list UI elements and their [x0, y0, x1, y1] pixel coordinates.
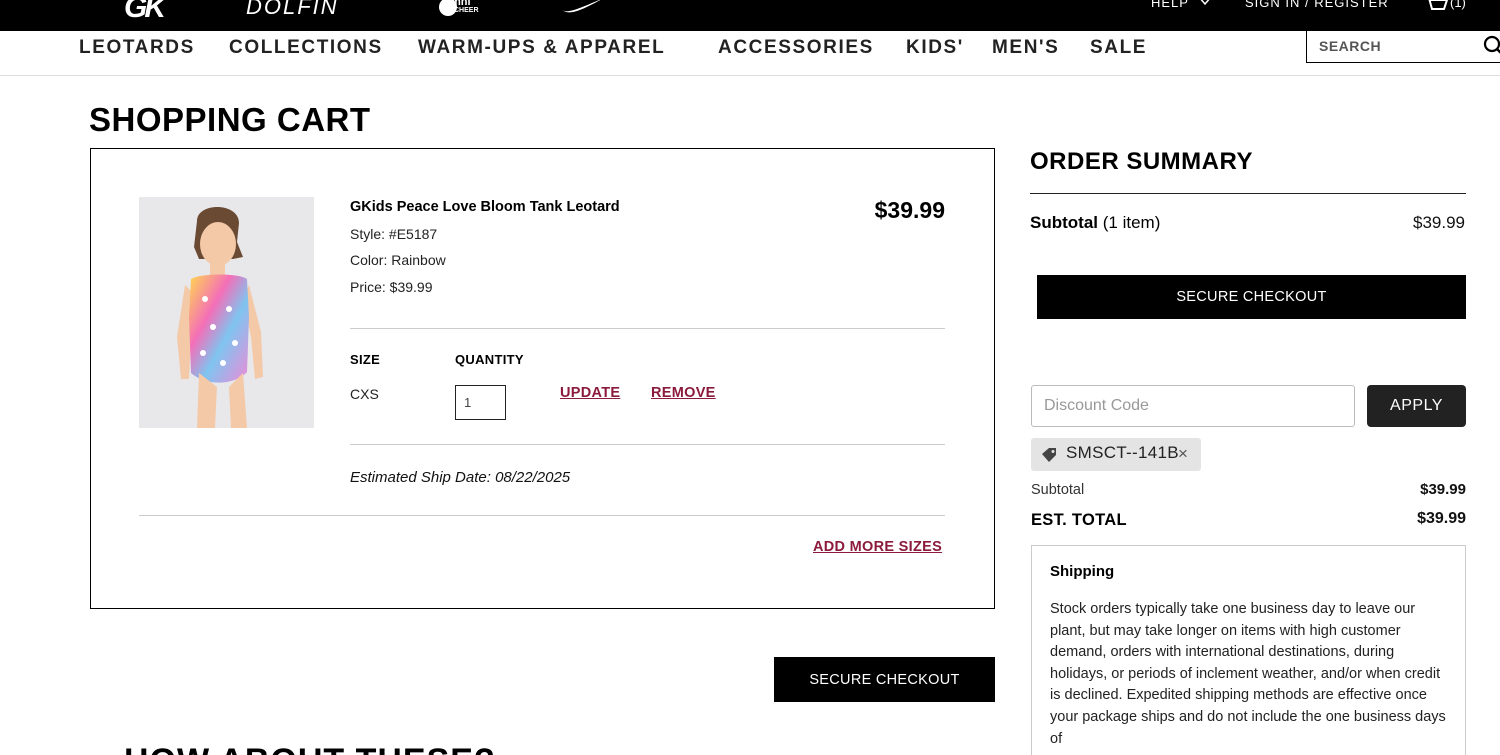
sign-in-register-link[interactable]: SIGN IN / REGISTER: [1245, 0, 1389, 10]
main-nav: LEOTARDS COLLECTIONS WARM-UPS & APPAREL …: [0, 31, 1500, 76]
nav-item-mens[interactable]: MEN'S: [992, 37, 1059, 59]
product-price-line: Price: $39.99: [350, 279, 433, 295]
product-color: Color: Rainbow: [350, 252, 446, 268]
nav-item-sale[interactable]: SALE: [1090, 37, 1147, 59]
subtotal-label: Subtotal: [1030, 213, 1098, 232]
search-icon[interactable]: [1483, 35, 1500, 57]
subtotal-item-count: (1 item): [1102, 213, 1161, 232]
shipping-text: Stock orders typically take one business…: [1050, 601, 1446, 747]
search-box: [1306, 31, 1500, 63]
divider: [139, 515, 945, 516]
quantity-header: QUANTITY: [455, 352, 524, 367]
summary-divider: [1030, 193, 1466, 194]
summary-subtotal-value: $39.99: [1413, 213, 1465, 232]
secure-checkout-button[interactable]: SECURE CHECKOUT: [1037, 275, 1466, 319]
tag-icon: [1042, 448, 1056, 462]
recommendations-heading: HOW ABOUT THESE?: [124, 742, 496, 755]
divider: [350, 328, 945, 329]
shipping-info-box: Shipping Stock orders typically take one…: [1031, 545, 1466, 755]
secure-checkout-button-bottom[interactable]: SECURE CHECKOUT: [774, 657, 995, 702]
cart-count[interactable]: (1): [1450, 0, 1466, 10]
totals-subtotal-value: $39.99: [1420, 481, 1466, 498]
nav-item-warm-ups-apparel[interactable]: WARM-UPS & APPAREL: [418, 37, 665, 59]
discount-code-input[interactable]: [1031, 385, 1355, 427]
size-value: CXS: [350, 386, 379, 402]
product-image[interactable]: [139, 197, 314, 428]
omni-cheer-logo[interactable]: mni CHEER: [439, 0, 489, 18]
add-more-sizes-link[interactable]: ADD MORE SIZES: [813, 539, 942, 555]
update-link[interactable]: UPDATE: [560, 385, 620, 401]
summary-subtotal-label: Subtotal (1 item): [1030, 213, 1160, 233]
totals-subtotal-label: Subtotal: [1031, 482, 1085, 498]
quantity-input[interactable]: [455, 385, 506, 420]
help-menu[interactable]: HELP: [1151, 0, 1212, 10]
remove-coupon-icon[interactable]: ×: [1178, 444, 1188, 464]
nav-item-collections[interactable]: COLLECTIONS: [229, 37, 383, 59]
gk-logo[interactable]: GK: [124, 0, 166, 25]
help-label: HELP: [1151, 0, 1189, 10]
divider: [350, 444, 945, 445]
nav-item-accessories[interactable]: ACCESSORIES: [718, 37, 874, 59]
est-total-value: $39.99: [1417, 510, 1466, 527]
order-summary-title: ORDER SUMMARY: [1030, 148, 1253, 175]
estimated-ship-date: Estimated Ship Date: 08/22/2025: [350, 469, 571, 486]
search-input[interactable]: [1319, 35, 1469, 57]
remove-link[interactable]: REMOVE: [651, 385, 716, 401]
page-title: SHOPPING CART: [89, 101, 371, 138]
product-name[interactable]: GKids Peace Love Bloom Tank Leotard: [350, 199, 620, 215]
nav-item-kids[interactable]: KIDS': [906, 37, 964, 59]
product-price: $39.99: [874, 197, 945, 223]
applied-coupon-chip: SMSCT--141B ×: [1031, 438, 1201, 471]
dolfin-logo[interactable]: DOLFIN: [246, 0, 339, 20]
chevron-down-icon: [1200, 0, 1210, 6]
product-style: Style: #E5187: [350, 226, 438, 242]
top-bar: GK DOLFIN mni CHEER HELP SIGN IN / REGIST…: [0, 0, 1500, 31]
nike-logo[interactable]: [560, 0, 606, 14]
apply-discount-button[interactable]: APPLY: [1367, 385, 1466, 427]
nav-item-leotards[interactable]: LEOTARDS: [79, 37, 195, 59]
shipping-title: Shipping: [1050, 563, 1115, 580]
coupon-code: SMSCT--141B: [1066, 443, 1179, 462]
cart-item-card: GKids Peace Love Bloom Tank Leotard Styl…: [90, 148, 995, 609]
cart-icon[interactable]: [1424, 0, 1448, 14]
est-total-label: EST. TOTAL: [1031, 511, 1127, 529]
size-header: SIZE: [350, 352, 381, 367]
